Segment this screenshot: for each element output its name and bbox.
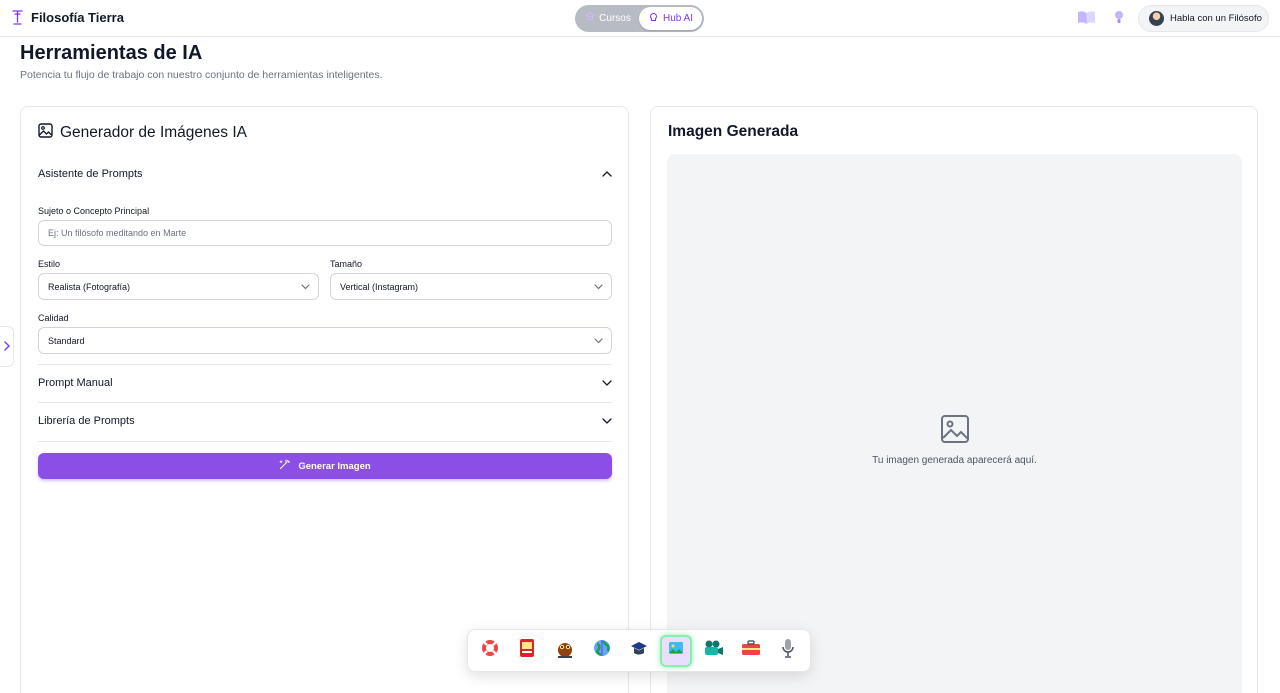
sidebar-expand-tab[interactable] <box>0 326 14 367</box>
accordion-prompt-assistant-label: Asistente de Prompts <box>38 168 143 180</box>
toggle-cursos[interactable]: Cursos <box>577 7 639 30</box>
page-title: Herramientas de IA <box>20 42 203 64</box>
philosopher-avatar <box>1149 11 1164 26</box>
lifebuoy-icon <box>480 638 500 663</box>
quality-label: Calidad <box>38 313 69 323</box>
toggle-hub-ai-label: Hub AI <box>662 13 694 24</box>
image-preview-area: Tu imagen generada aparecerá aquí. <box>667 154 1242 693</box>
dock-item-toolbox[interactable] <box>735 635 767 667</box>
subject-input[interactable] <box>48 228 611 238</box>
sparkle-brain-icon <box>648 12 659 26</box>
video-camera-icon <box>703 639 725 662</box>
dock-item-graduation-cap[interactable] <box>623 635 655 667</box>
chevron-up-icon <box>602 168 612 180</box>
accordion-manual-prompt[interactable]: Prompt Manual <box>38 373 612 393</box>
page-subtitle: Potencia tu flujo de trabajo con nuestro… <box>20 69 383 81</box>
book-app-icon <box>518 638 536 663</box>
dock-item-video-camera[interactable] <box>698 635 730 667</box>
accordion-prompt-assistant[interactable]: Asistente de Prompts <box>38 164 612 184</box>
mode-toggle: Cursos Hub AI <box>575 5 704 32</box>
chevron-down-icon <box>594 282 603 292</box>
image-icon <box>38 123 53 143</box>
dock-item-book-app[interactable] <box>511 635 543 667</box>
generator-title-text: Generador de Imágenes IA <box>60 124 247 141</box>
brand[interactable]: Filosofía Tierra <box>11 10 124 25</box>
graduation-icon <box>585 11 596 26</box>
accordion-prompt-library-label: Librería de Prompts <box>38 415 135 427</box>
brand-logo-icon <box>11 10 23 25</box>
generated-image-card: Imagen Generada Tu imagen generada apare… <box>650 106 1258 693</box>
generator-title: Generador de Imágenes IA <box>38 123 247 143</box>
dock-item-microphone[interactable] <box>772 635 804 667</box>
brand-name: Filosofía Tierra <box>31 10 124 25</box>
image-generator-icon <box>668 641 684 660</box>
dock-item-globe[interactable] <box>586 635 618 667</box>
accordion-prompt-library[interactable]: Librería de Prompts <box>38 411 612 431</box>
style-label: Estilo <box>38 259 61 269</box>
chevron-down-icon <box>602 415 612 427</box>
toggle-hub-ai[interactable]: Hub AI <box>639 7 702 30</box>
graduation-cap-icon <box>629 638 649 663</box>
image-placeholder: Tu imagen generada aparecerá aquí. <box>667 414 1242 466</box>
image-generator-card: Generador de Imágenes IA Asistente de Pr… <box>20 106 629 693</box>
microphone-icon <box>781 638 795 663</box>
quality-select-value: Standard <box>48 335 85 346</box>
subject-input-wrapper <box>38 220 612 246</box>
lightbulb-icon[interactable] <box>1114 10 1124 25</box>
chevron-down-icon <box>301 282 310 292</box>
chevron-down-icon <box>594 336 603 346</box>
dock-item-image-generator[interactable] <box>660 634 693 667</box>
magic-wand-icon <box>279 459 291 473</box>
size-select-value: Vertical (Instagram) <box>340 281 419 292</box>
dock-item-owl[interactable] <box>549 635 581 667</box>
open-book-icon[interactable] <box>1077 10 1096 25</box>
accordion-manual-prompt-label: Prompt Manual <box>38 377 113 389</box>
divider <box>38 364 612 365</box>
owl-icon <box>555 638 575 663</box>
generate-image-label: Generar Imagen <box>298 460 371 472</box>
size-label: Tamaño <box>330 259 363 269</box>
globe-icon <box>592 638 612 663</box>
toolbox-icon <box>741 640 761 661</box>
toggle-cursos-label: Cursos <box>599 13 631 24</box>
talk-to-philosopher-label: Habla con un Filósofo <box>1170 13 1262 24</box>
talk-to-philosopher-button[interactable]: Habla con un Filósofo <box>1138 5 1269 32</box>
image-placeholder-icon <box>940 414 970 447</box>
generate-image-button[interactable]: Generar Imagen <box>38 453 612 479</box>
image-placeholder-text: Tu imagen generada aparecerá aquí. <box>872 455 1037 466</box>
chevron-right-icon <box>3 338 10 356</box>
divider <box>38 441 612 442</box>
quality-select[interactable]: Standard <box>38 327 612 354</box>
subject-label: Sujeto o Concepto Principal <box>38 206 150 216</box>
divider <box>38 402 612 403</box>
dock-item-lifebuoy[interactable] <box>474 635 506 667</box>
top-header: Filosofía Tierra Cursos Hub AI Habla con… <box>0 0 1280 37</box>
size-select[interactable]: Vertical (Instagram) <box>330 273 612 300</box>
style-select[interactable]: Realista (Fotografía) <box>38 273 319 300</box>
generated-image-title: Imagen Generada <box>668 123 799 140</box>
chevron-down-icon <box>602 377 612 389</box>
style-select-value: Realista (Fotografía) <box>48 281 131 292</box>
tools-dock <box>467 629 811 672</box>
